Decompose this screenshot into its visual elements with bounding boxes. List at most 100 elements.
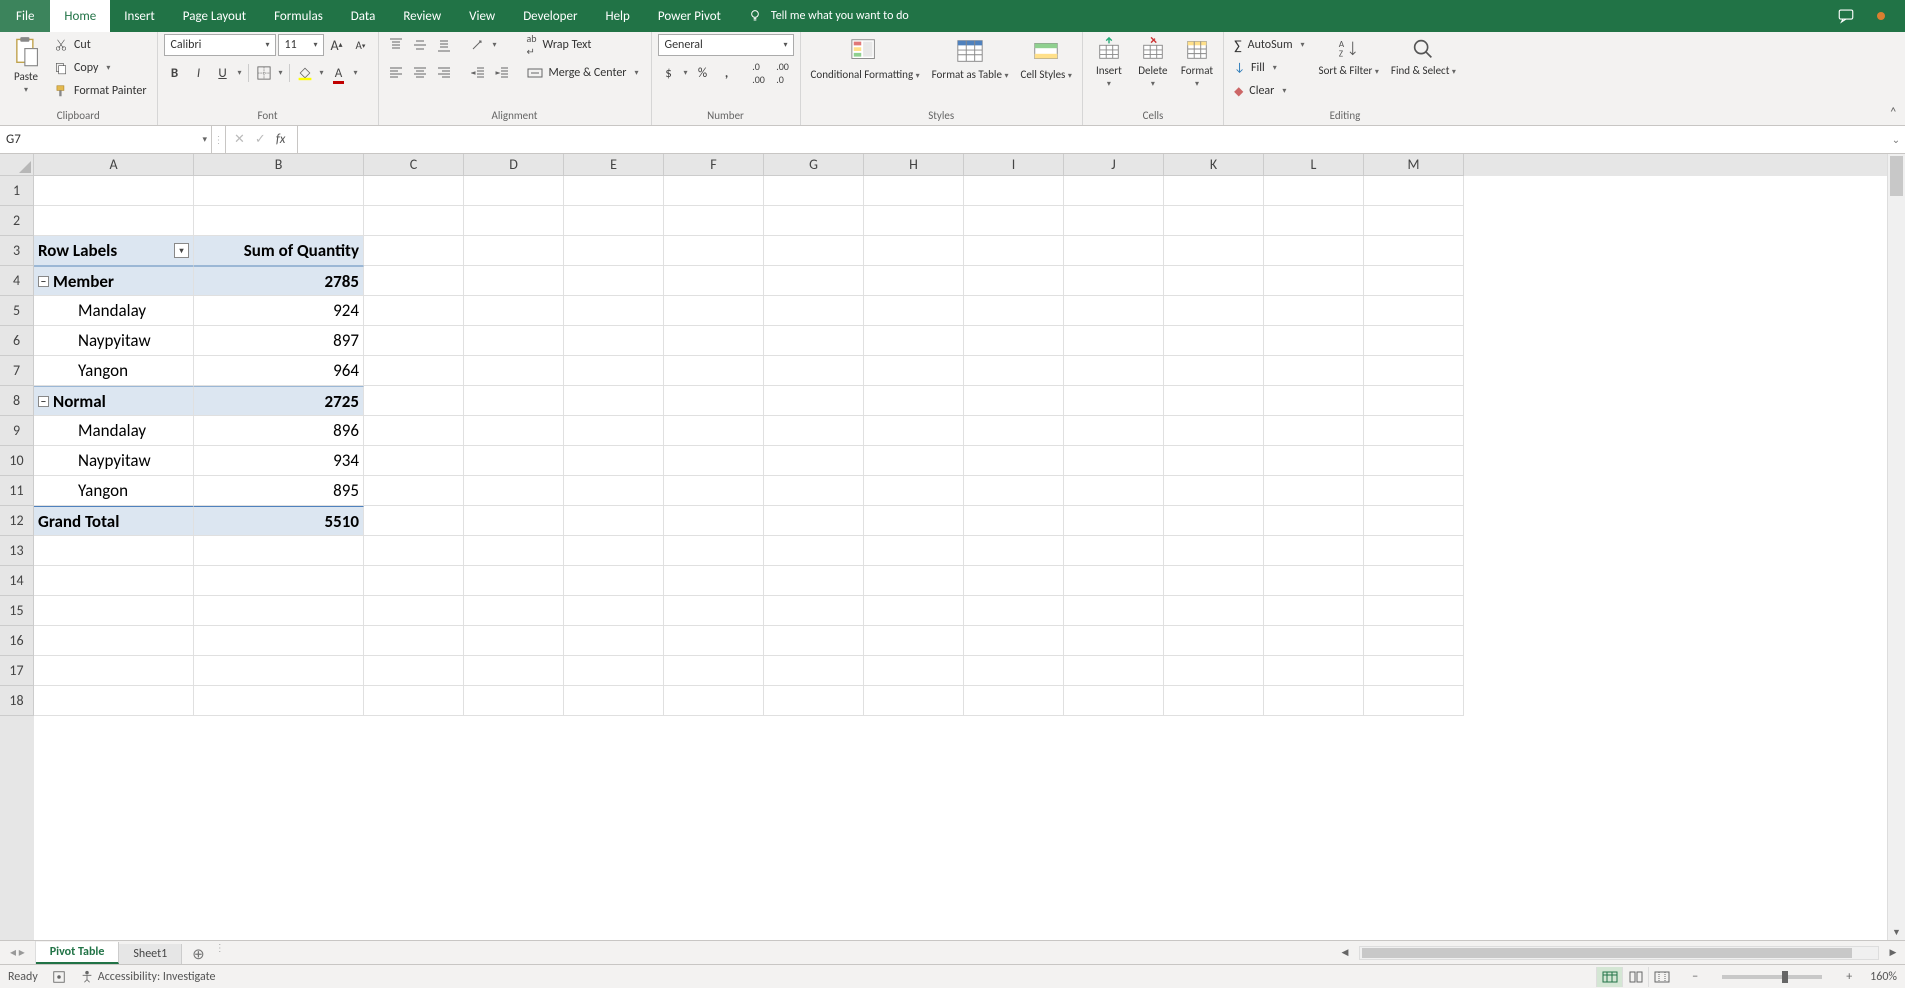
cell-G5[interactable] xyxy=(764,296,864,326)
cell-J14[interactable] xyxy=(1064,566,1164,596)
wrap-text-button[interactable]: ab↵ Wrap Text xyxy=(523,34,645,56)
cell-M17[interactable] xyxy=(1364,656,1464,686)
increase-indent-button[interactable] xyxy=(491,62,513,84)
cell-M6[interactable] xyxy=(1364,326,1464,356)
zoom-slider-thumb[interactable] xyxy=(1782,971,1788,983)
cell-I14[interactable] xyxy=(964,566,1064,596)
align-middle-button[interactable] xyxy=(409,34,431,56)
cell-F9[interactable] xyxy=(664,416,764,446)
cell-B4[interactable]: 2785 xyxy=(194,266,364,296)
cell-G10[interactable] xyxy=(764,446,864,476)
cell-L17[interactable] xyxy=(1264,656,1364,686)
cell-I1[interactable] xyxy=(964,176,1064,206)
cell-C11[interactable] xyxy=(364,476,464,506)
cell-B6[interactable]: 897 xyxy=(194,326,364,356)
normal-view-button[interactable] xyxy=(1596,967,1622,987)
cell-H6[interactable] xyxy=(864,326,964,356)
expand-formula-bar-button[interactable]: ⌄ xyxy=(1887,126,1905,153)
cell-J1[interactable] xyxy=(1064,176,1164,206)
cell-A10[interactable]: Naypyitaw xyxy=(34,446,194,476)
cell-M8[interactable] xyxy=(1364,386,1464,416)
accounting-format-button[interactable]: $ xyxy=(658,62,680,84)
cell-J18[interactable] xyxy=(1064,686,1164,716)
cell-K14[interactable] xyxy=(1164,566,1264,596)
new-sheet-button[interactable]: ⊕ xyxy=(182,945,215,964)
column-header-K[interactable]: K xyxy=(1164,154,1264,176)
vertical-scrollbar[interactable]: ▲ ▼ xyxy=(1887,154,1905,940)
cell-F10[interactable] xyxy=(664,446,764,476)
name-box[interactable]: ▾ xyxy=(0,126,212,153)
format-cells-button[interactable]: Format▾ xyxy=(1177,34,1217,91)
cell-B15[interactable] xyxy=(194,596,364,626)
cell-K12[interactable] xyxy=(1164,506,1264,536)
cell-K7[interactable] xyxy=(1164,356,1264,386)
cell-L5[interactable] xyxy=(1264,296,1364,326)
cell-B12[interactable]: 5510 xyxy=(194,506,364,536)
column-header-B[interactable]: B xyxy=(194,154,364,176)
cell-J5[interactable] xyxy=(1064,296,1164,326)
cell-K16[interactable] xyxy=(1164,626,1264,656)
bold-button[interactable]: B xyxy=(164,62,186,84)
cell-E15[interactable] xyxy=(564,596,664,626)
column-header-G[interactable]: G xyxy=(764,154,864,176)
cell-A5[interactable]: Mandalay xyxy=(34,296,194,326)
row-header-9[interactable]: 9 xyxy=(0,416,34,446)
cell-I12[interactable] xyxy=(964,506,1064,536)
column-header-C[interactable]: C xyxy=(364,154,464,176)
cell-F18[interactable] xyxy=(664,686,764,716)
name-box-dropdown[interactable]: ▾ xyxy=(202,134,207,145)
copy-button[interactable]: Copy ▾ xyxy=(50,57,151,79)
cell-D10[interactable] xyxy=(464,446,564,476)
enter-formula-button[interactable]: ✓ xyxy=(255,132,266,147)
zoom-slider[interactable] xyxy=(1722,975,1822,979)
scroll-left-button[interactable]: ◀ xyxy=(1337,945,1353,961)
cell-C2[interactable] xyxy=(364,206,464,236)
cell-I18[interactable] xyxy=(964,686,1064,716)
cell-D13[interactable] xyxy=(464,536,564,566)
scroll-right-button[interactable]: ▶ xyxy=(1885,945,1901,961)
cell-D5[interactable] xyxy=(464,296,564,326)
cell-D18[interactable] xyxy=(464,686,564,716)
cell-H12[interactable] xyxy=(864,506,964,536)
cell-F6[interactable] xyxy=(664,326,764,356)
underline-button[interactable]: U xyxy=(212,62,234,84)
column-header-H[interactable]: H xyxy=(864,154,964,176)
cell-A16[interactable] xyxy=(34,626,194,656)
insert-cells-button[interactable]: Insert▾ xyxy=(1089,34,1129,91)
cell-A1[interactable] xyxy=(34,176,194,206)
cell-I8[interactable] xyxy=(964,386,1064,416)
cell-J7[interactable] xyxy=(1064,356,1164,386)
align-bottom-button[interactable] xyxy=(433,34,455,56)
cell-F11[interactable] xyxy=(664,476,764,506)
cell-L15[interactable] xyxy=(1264,596,1364,626)
cell-A8[interactable]: −Normal xyxy=(34,386,194,416)
cell-J8[interactable] xyxy=(1064,386,1164,416)
cell-J10[interactable] xyxy=(1064,446,1164,476)
cell-K17[interactable] xyxy=(1164,656,1264,686)
cell-H2[interactable] xyxy=(864,206,964,236)
align-top-button[interactable] xyxy=(385,34,407,56)
sheet-tab-sheet1[interactable]: Sheet1 xyxy=(119,944,182,964)
cut-button[interactable]: Cut xyxy=(50,34,151,56)
cell-B7[interactable]: 964 xyxy=(194,356,364,386)
cell-G16[interactable] xyxy=(764,626,864,656)
row-header-5[interactable]: 5 xyxy=(0,296,34,326)
cell-styles-button[interactable]: Cell Styles ▾ xyxy=(1016,34,1075,84)
zoom-level[interactable]: 160% xyxy=(1870,970,1897,984)
cell-F13[interactable] xyxy=(664,536,764,566)
cell-C15[interactable] xyxy=(364,596,464,626)
cell-E5[interactable] xyxy=(564,296,664,326)
cell-F3[interactable] xyxy=(664,236,764,266)
cell-K1[interactable] xyxy=(1164,176,1264,206)
font-color-button[interactable]: A xyxy=(328,62,350,84)
cell-L2[interactable] xyxy=(1264,206,1364,236)
cell-A13[interactable] xyxy=(34,536,194,566)
cell-L1[interactable] xyxy=(1264,176,1364,206)
cell-H15[interactable] xyxy=(864,596,964,626)
cell-E16[interactable] xyxy=(564,626,664,656)
cell-J12[interactable] xyxy=(1064,506,1164,536)
cell-G4[interactable] xyxy=(764,266,864,296)
cell-E3[interactable] xyxy=(564,236,664,266)
page-break-view-button[interactable] xyxy=(1648,967,1674,987)
tab-power-pivot[interactable]: Power Pivot xyxy=(644,0,735,32)
